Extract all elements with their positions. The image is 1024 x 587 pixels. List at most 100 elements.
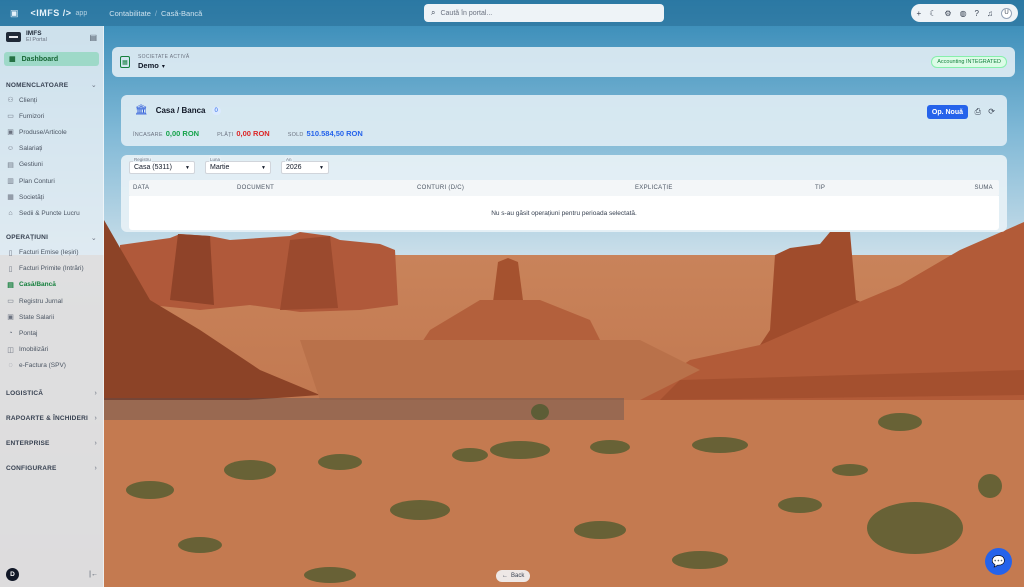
- sidebar-item-casa-banca[interactable]: ▤ Casă/Bancă: [0, 277, 103, 293]
- brand-logo[interactable]: <IMFS />: [31, 8, 72, 18]
- collapse-sidebar-icon[interactable]: |←: [89, 571, 98, 578]
- back-label: Back: [511, 573, 525, 579]
- sidebar-item-registru-jurnal[interactable]: ▭ Registru Jurnal: [0, 293, 103, 309]
- table-header: DATA DOCUMENT CONTURI (D/C) EXPLICAȚIE T…: [129, 180, 999, 196]
- registru-select[interactable]: Casa (5311) ▼: [129, 161, 195, 174]
- luna-select[interactable]: Martie ▼: [205, 161, 271, 174]
- chat-button[interactable]: 💬: [985, 548, 1012, 575]
- sidebar-item-gestiuni[interactable]: ▤ Gestiuni: [0, 157, 103, 173]
- sidebar-item-label: Furnizori: [19, 112, 45, 120]
- column-header[interactable]: DATA: [133, 185, 149, 191]
- sidebar-item-label: Facturi Primite (Intrări): [19, 265, 84, 273]
- search-input[interactable]: ⌕ Caută în portal...: [424, 4, 664, 22]
- stat-label: SOLD: [287, 132, 304, 138]
- section-rapoarte[interactable]: RAPOARTE & ÎNCHIDERI ›: [0, 411, 103, 425]
- column-header[interactable]: SUMA: [974, 185, 993, 191]
- search-icon: ⌕: [431, 8, 436, 17]
- back-button[interactable]: ← Back: [496, 570, 531, 582]
- stat-sold: SOLD 510.584,50 RON: [288, 129, 363, 138]
- bank-icon: 🏛: [135, 105, 148, 116]
- sidebar-item-sedii[interactable]: ⌂ Sedii & Puncte Lucru: [0, 205, 103, 221]
- sidebar-toggle-icon[interactable]: ▤: [89, 33, 97, 42]
- sidebar-item-plan-conturi[interactable]: ▥ Plan Conturi: [0, 173, 103, 189]
- stat-incasare: ÎNCASARE 0,00 RON: [133, 129, 199, 138]
- chevron-right-icon: ›: [94, 464, 97, 472]
- clock-icon: ◔: [8, 330, 13, 338]
- chevron-down-icon: ⌄: [90, 82, 97, 89]
- sidebar-item-label: Sedii & Puncte Lucru: [19, 209, 80, 217]
- new-operation-button[interactable]: Op. Nouă: [926, 105, 968, 119]
- invoice-out-icon: ▯: [8, 249, 13, 257]
- sidebar-item-salariati[interactable]: ☺ Salariați: [0, 141, 103, 157]
- building-icon: ▦: [7, 194, 14, 202]
- stat-label: PLĂȚI: [217, 132, 234, 138]
- ledger-icon: ▥: [7, 178, 14, 186]
- section-title: OPERAȚIUNI: [6, 234, 49, 241]
- chevron-down-icon: ▼: [261, 164, 266, 171]
- chevron-down-icon: ▾: [161, 64, 165, 70]
- column-header[interactable]: DOCUMENT: [237, 185, 274, 191]
- user-avatar[interactable]: D: [6, 568, 19, 581]
- select-value: 2026: [286, 164, 302, 171]
- section-title: RAPOARTE & ÎNCHIDERI: [6, 414, 89, 422]
- company-name: Demo: [138, 61, 159, 70]
- breadcrumb: Contabilitate / Casă-Bancă: [109, 9, 202, 18]
- sidebar-item-societati[interactable]: ▦ Societăți: [0, 189, 103, 205]
- settings-icon[interactable]: ⚙: [944, 9, 951, 18]
- filter-caption: An: [285, 157, 293, 162]
- company-selector[interactable]: SOCIETATE ACTIVĂ Demo ▾: [138, 54, 190, 70]
- sidebar-item-pontaj[interactable]: ◔ Pontaj: [0, 325, 103, 341]
- sidebar-item-label: Pontaj: [19, 330, 38, 338]
- palette-icon[interactable]: ◍: [960, 9, 967, 18]
- empty-message: Nu s-au găsit operațiuni pentru perioada…: [491, 209, 637, 217]
- moon-icon[interactable]: ☾: [929, 9, 936, 18]
- layout-icon[interactable]: ▣: [10, 8, 19, 19]
- invoice-in-icon: ▯: [8, 265, 13, 273]
- help-icon[interactable]: ?: [975, 9, 979, 18]
- an-select[interactable]: 2026 ▼: [281, 161, 329, 174]
- breadcrumb-item[interactable]: Contabilitate: [109, 9, 151, 18]
- bell-icon[interactable]: ♫: [987, 9, 993, 18]
- section-nomenclatoare[interactable]: NOMENCLATOARE ⌄: [0, 78, 103, 92]
- column-header[interactable]: CONTURI (D/C): [417, 185, 464, 191]
- book-icon: ▭: [7, 298, 14, 306]
- sidebar-item-state-salarii[interactable]: ▣ State Salarii: [0, 309, 103, 325]
- user-avatar[interactable]: U: [1001, 7, 1012, 19]
- sidebar-item-produse[interactable]: ▣ Produse/Articole: [0, 124, 103, 140]
- section-operatiuni[interactable]: OPERAȚIUNI ⌄: [0, 231, 103, 245]
- refresh-icon[interactable]: ⟳: [988, 107, 995, 116]
- sidebar-item-facturi-primite[interactable]: ▯ Facturi Primite (Intrări): [0, 261, 103, 277]
- sidebar-item-facturi-emise[interactable]: ▯ Facturi Emise (Ieșiri): [0, 245, 103, 261]
- section-enterprise[interactable]: ENTERPRISE ›: [0, 436, 103, 450]
- sidebar-item-clienti[interactable]: ⚇ Clienți: [0, 92, 103, 108]
- filter-luna: Luna Martie ▼: [205, 157, 271, 174]
- warehouse-icon: ▤: [7, 161, 14, 169]
- column-header[interactable]: EXPLICAȚIE: [635, 185, 673, 191]
- app-subtitle: El Portal: [26, 37, 47, 43]
- sidebar-item-label: Societăți: [19, 193, 44, 201]
- table-empty-state: Nu s-au găsit operațiuni pentru perioada…: [129, 196, 999, 230]
- section-configurare[interactable]: CONFIGURARE ›: [0, 461, 103, 475]
- section-title: ENTERPRISE: [6, 439, 50, 447]
- sidebar-item-label: Produse/Articole: [19, 128, 67, 136]
- filter-caption: Registru: [133, 157, 152, 162]
- sidebar-item-label: Imobilizări: [19, 346, 49, 354]
- column-header[interactable]: TIP: [815, 185, 825, 191]
- sidebar-item-imobilizari[interactable]: ◫ Imobilizări: [0, 342, 103, 358]
- topbar-actions: + ☾ ⚙ ◍ ? ♫ U: [910, 4, 1018, 22]
- sidebar-item-label: State Salarii: [19, 313, 55, 321]
- operations-table-card: Registru Casa (5311) ▼ Luna Martie ▼ An 20…: [121, 155, 1007, 232]
- breadcrumb-separator: /: [154, 8, 158, 18]
- section-logistica[interactable]: LOGISTICĂ ›: [0, 386, 103, 400]
- sidebar-item-dashboard[interactable]: ▦ Dashboard: [4, 52, 99, 66]
- select-value: Martie: [210, 164, 230, 171]
- export-icon[interactable]: ⎙: [975, 107, 981, 117]
- stat-label: ÎNCASARE: [133, 132, 163, 138]
- plus-icon[interactable]: +: [917, 9, 922, 18]
- payroll-icon: ▣: [7, 314, 14, 322]
- sidebar-item-efactura[interactable]: ◌ e-Factura (SPV): [0, 358, 103, 374]
- sidebar-item-furnizori[interactable]: ▭ Furnizori: [0, 108, 103, 124]
- summary-stats: ÎNCASARE 0,00 RON PLĂȚI 0,00 RON SOLD 510.5…: [133, 129, 363, 138]
- asset-icon: ◫: [7, 346, 14, 354]
- sidebar-item-label: Gestiuni: [19, 161, 43, 169]
